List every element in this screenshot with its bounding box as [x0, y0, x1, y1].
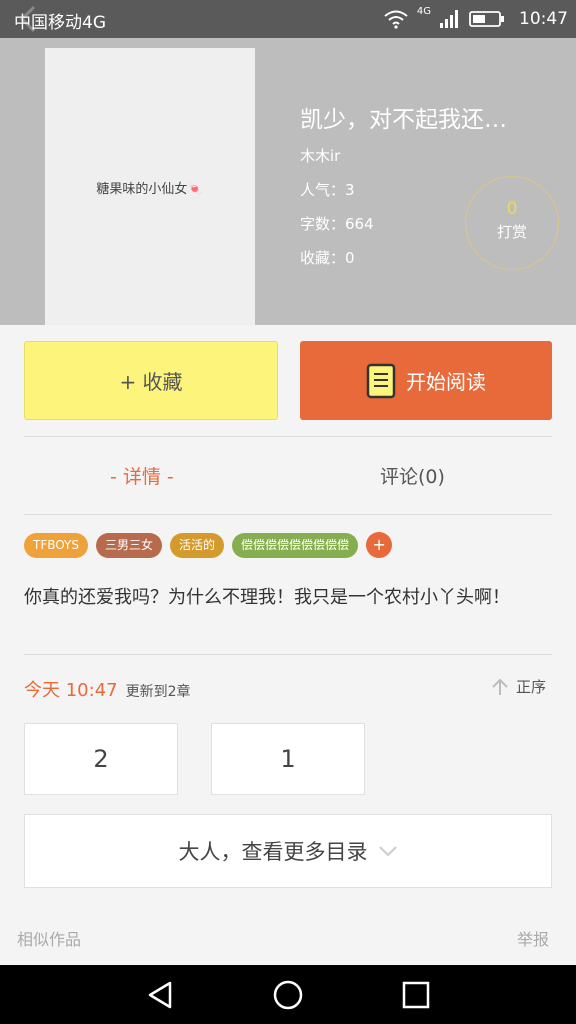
chapter-button[interactable]: 1	[211, 723, 365, 795]
back-nav-icon[interactable]	[144, 979, 176, 1011]
tip-button[interactable]: 0 打赏	[465, 176, 559, 270]
tag[interactable]: TFBOYS	[24, 532, 88, 558]
more-chapters-label: 大人，查看更多目录	[178, 840, 368, 864]
similar-works-label: 相似作品	[17, 930, 82, 949]
tag[interactable]: 活活的	[170, 532, 225, 558]
cover-text: 糖果味的小仙女🍬	[96, 182, 204, 197]
book-popularity: 人气：3	[300, 181, 355, 199]
collect-button[interactable]: + 收藏	[24, 341, 278, 420]
tag[interactable]: 偿偿偿偿偿偿偿偿偿	[232, 532, 359, 558]
book-icon	[366, 363, 396, 398]
collect-button-label: + 收藏	[119, 370, 183, 394]
wifi-icon	[384, 10, 408, 29]
chapter-button[interactable]: 2	[24, 723, 178, 795]
divider	[24, 514, 552, 515]
book-title: 凯少，对不起我还…	[300, 107, 507, 133]
book-header: 糖果味的小仙女🍬 凯少，对不起我还… 木木ir 人气：3 字数：664 收藏：0…	[0, 38, 576, 325]
network-label: 4G	[416, 6, 431, 17]
update-text: 更新到2章	[125, 684, 191, 700]
sort-label: 正序	[516, 678, 547, 696]
divider	[24, 654, 552, 655]
battery-icon	[469, 11, 504, 27]
add-tag-button[interactable]: +	[366, 532, 393, 558]
carrier-label: 中国移动4G	[14, 13, 106, 33]
chapter-number: 1	[280, 745, 296, 773]
navigation-bar	[0, 965, 576, 1024]
divider	[24, 436, 552, 437]
synopsis: 你真的还爱我吗？为什么不理我！我只是一个农村小丫头啊！	[24, 587, 510, 608]
tag[interactable]: 三男三女	[96, 532, 163, 558]
sort-toggle[interactable]: 正序	[490, 676, 546, 697]
tag-list: TFBOYS 三男三女 活活的 偿偿偿偿偿偿偿偿偿 +	[24, 532, 393, 558]
book-favorites: 收藏：0	[300, 249, 355, 267]
arrow-up-icon	[492, 678, 508, 695]
tip-label: 打赏	[496, 223, 527, 241]
tip-count: 0	[506, 199, 518, 219]
status-bar: 中国移动4G 4G 10:47	[0, 0, 576, 38]
update-info: 今天 10:47 更新到2章	[24, 676, 191, 702]
report-link[interactable]: 举报	[517, 926, 549, 950]
chapter-number: 2	[93, 745, 109, 773]
home-nav-icon[interactable]	[272, 979, 304, 1011]
book-cover: 糖果味的小仙女🍬	[45, 48, 255, 325]
more-chapters-button[interactable]: 大人，查看更多目录	[24, 814, 552, 888]
start-reading-label: 开始阅读	[406, 370, 486, 394]
clock: 10:47	[519, 9, 568, 29]
chevron-down-icon	[378, 846, 397, 857]
book-author[interactable]: 木木ir	[300, 145, 340, 166]
update-time: 今天 10:47	[24, 680, 118, 701]
recents-nav-icon[interactable]	[400, 979, 432, 1011]
start-reading-button[interactable]: 开始阅读	[300, 341, 552, 420]
tab-detail[interactable]: - 详情 -	[110, 462, 174, 489]
book-word-count: 字数：664	[300, 215, 374, 233]
tab-comments[interactable]: 评论(0)	[380, 462, 445, 489]
signal-icon	[440, 10, 458, 28]
